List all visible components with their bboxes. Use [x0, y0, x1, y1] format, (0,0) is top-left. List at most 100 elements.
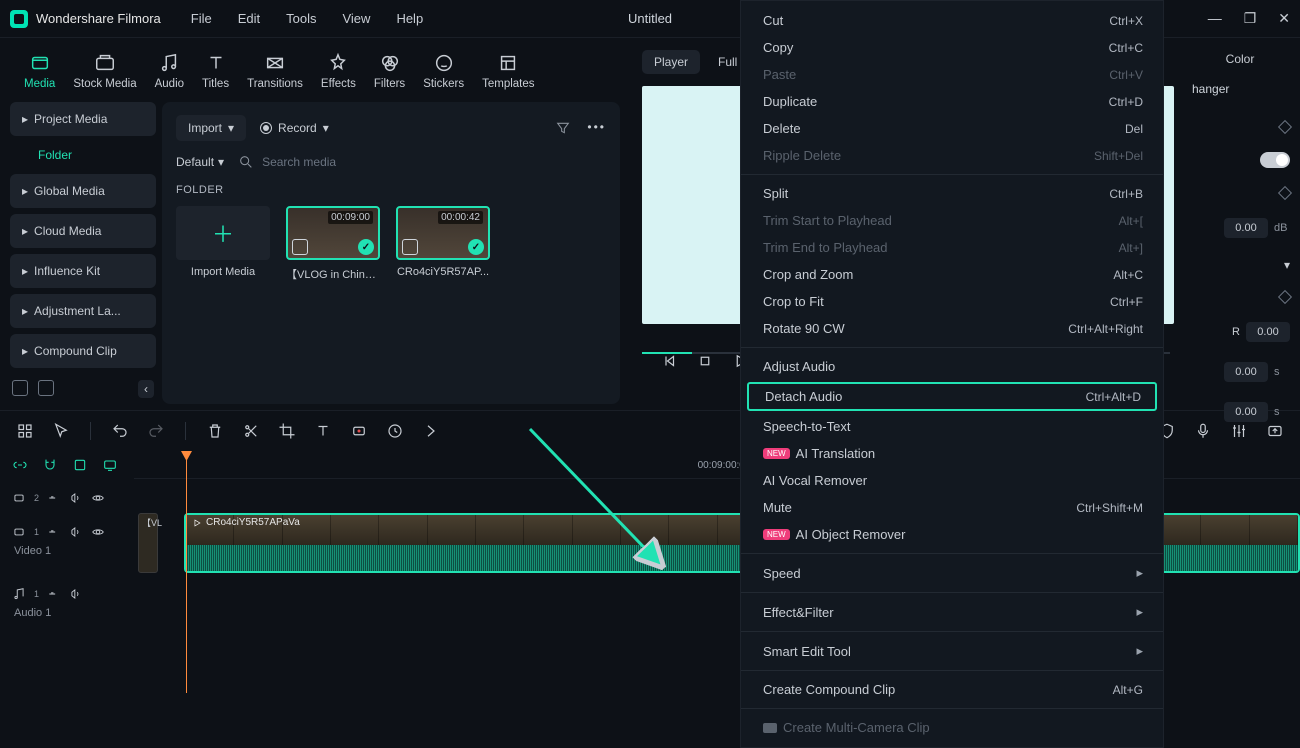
link-icon[interactable]	[12, 457, 28, 473]
import-media-tile[interactable]: ＋ Import Media	[176, 206, 270, 282]
ctx-adjust-audio[interactable]: Adjust Audio	[741, 353, 1163, 380]
used-check-icon	[468, 239, 484, 255]
menu-edit[interactable]: Edit	[238, 11, 260, 26]
record-button[interactable]: Record▾	[260, 121, 329, 135]
collapse-tree-icon[interactable]: ‹	[138, 380, 154, 398]
ctx-speed[interactable]: Speed▸	[741, 559, 1163, 587]
more-tools-icon[interactable]	[422, 422, 440, 440]
ctx-delete[interactable]: DeleteDel	[741, 115, 1163, 142]
ctx-ai-translation[interactable]: NEWAI Translation	[741, 440, 1163, 467]
media-clip-2[interactable]: 00:00:42 CRo4ciY5R57AP...	[396, 206, 490, 282]
value-2[interactable]: 0.00	[1246, 322, 1290, 342]
ctx-copy[interactable]: CopyCtrl+C	[741, 34, 1163, 61]
window-maximize-icon[interactable]: ❐	[1244, 10, 1257, 27]
keyframe-icon[interactable]	[1278, 186, 1292, 200]
main-menu: File Edit Tools View Help	[191, 11, 423, 26]
ctx-cut[interactable]: CutCtrl+X	[741, 7, 1163, 34]
tab-audio[interactable]: Audio	[155, 52, 184, 90]
tab-effects[interactable]: Effects	[321, 52, 356, 90]
text-icon[interactable]	[314, 422, 332, 440]
mic-icon[interactable]	[1194, 422, 1212, 440]
new-folder-icon[interactable]	[12, 380, 28, 396]
media-browser: Import▾ Record▾ ••• Default▾ Search medi…	[162, 102, 620, 404]
track-head-v2[interactable]: 2	[12, 481, 134, 515]
layout-icon[interactable]	[16, 422, 34, 440]
ctx-crop-and-zoom[interactable]: Crop and ZoomAlt+C	[741, 261, 1163, 288]
tab-filters[interactable]: Filters	[374, 52, 405, 90]
tree-folder[interactable]: Folder	[10, 142, 156, 168]
sort-default[interactable]: Default▾	[176, 155, 224, 169]
ctx-ai-object-remover[interactable]: NEWAI Object Remover	[741, 521, 1163, 548]
ctx-detach-audio[interactable]: Detach AudioCtrl+Alt+D	[747, 382, 1157, 411]
window-close-icon[interactable]: ✕	[1278, 10, 1290, 27]
undo-icon[interactable]	[111, 422, 129, 440]
record-tool-icon[interactable]	[350, 422, 368, 440]
value-3[interactable]: 0.00	[1224, 362, 1268, 382]
ctx-duplicate[interactable]: DuplicateCtrl+D	[741, 88, 1163, 115]
keyframe-icon[interactable]	[1278, 120, 1292, 134]
changer-label: hanger	[1186, 78, 1294, 100]
speed-icon[interactable]	[386, 422, 404, 440]
db-value[interactable]: 0.00	[1224, 218, 1268, 238]
search-input[interactable]: Search media	[238, 154, 606, 170]
pointer-icon[interactable]	[52, 422, 70, 440]
ctx-create-compound-clip[interactable]: Create Compound ClipAlt+G	[741, 676, 1163, 703]
tree-global-media[interactable]: ▸Global Media	[10, 174, 156, 208]
clip-type-icon	[402, 239, 418, 255]
tree-influence-kit[interactable]: ▸Influence Kit	[10, 254, 156, 288]
new-bin-icon[interactable]	[38, 380, 54, 396]
tv-icon[interactable]	[102, 457, 118, 473]
marker-icon[interactable]	[72, 457, 88, 473]
tree-cloud-media[interactable]: ▸Cloud Media	[10, 214, 156, 248]
ctx-speech-to-text[interactable]: Speech-to-Text	[741, 413, 1163, 440]
redo-icon[interactable]	[147, 422, 165, 440]
prev-frame-icon[interactable]	[660, 352, 678, 370]
ctx-paste: PasteCtrl+V	[741, 61, 1163, 88]
playhead[interactable]	[186, 451, 187, 693]
tab-stickers[interactable]: Stickers	[423, 52, 464, 90]
tree-compound-clip[interactable]: ▸Compound Clip	[10, 334, 156, 368]
export-icon[interactable]	[1266, 422, 1284, 440]
tab-templates[interactable]: Templates	[482, 52, 534, 90]
ctx-crop-to-fit[interactable]: Crop to FitCtrl+F	[741, 288, 1163, 315]
clip-small[interactable]: 【VL	[138, 513, 158, 573]
ctx-effect-filter[interactable]: Effect&Filter▸	[741, 598, 1163, 626]
track-head-a1[interactable]: 1	[12, 577, 134, 611]
crop-icon[interactable]	[278, 422, 296, 440]
menu-view[interactable]: View	[342, 11, 370, 26]
ctx-smart-edit-tool[interactable]: Smart Edit Tool▸	[741, 637, 1163, 665]
ctx-rotate-90-cw[interactable]: Rotate 90 CWCtrl+Alt+Right	[741, 315, 1163, 342]
import-button[interactable]: Import▾	[176, 115, 246, 141]
menu-tools[interactable]: Tools	[286, 11, 316, 26]
tab-media[interactable]: Media	[24, 52, 55, 90]
tab-player[interactable]: Player	[642, 50, 700, 74]
tab-stock-media[interactable]: Stock Media	[73, 52, 136, 90]
context-menu: CutCtrl+XCopyCtrl+CPasteCtrl+VDuplicateC…	[740, 0, 1164, 748]
toggle-switch[interactable]	[1260, 152, 1290, 168]
folder-heading: FOLDER	[176, 180, 606, 206]
window-minimize-icon[interactable]: —	[1208, 10, 1222, 27]
keyframe-icon[interactable]	[1278, 290, 1292, 304]
ctx-ai-vocal-remover[interactable]: AI Vocal Remover	[741, 467, 1163, 494]
delete-icon[interactable]	[206, 422, 224, 440]
media-clip-1[interactable]: 00:09:00 【VLOG in Chine...	[286, 206, 380, 282]
tab-color[interactable]: Color	[1216, 48, 1265, 70]
menu-file[interactable]: File	[191, 11, 212, 26]
more-icon[interactable]: •••	[587, 120, 606, 136]
filter-icon[interactable]	[555, 120, 571, 136]
media-panel: Media Stock Media Audio Titles Transitio…	[0, 38, 630, 410]
tab-transitions[interactable]: Transitions	[247, 52, 303, 90]
split-icon[interactable]	[242, 422, 260, 440]
track-head-v1[interactable]: 1	[12, 515, 134, 549]
tree-project-media[interactable]: ▸Project Media	[10, 102, 156, 136]
ctx-trim-start-to-playhead: Trim Start to PlayheadAlt+[	[741, 207, 1163, 234]
audio-1-label: Audio 1	[12, 607, 134, 619]
ctx-mute[interactable]: MuteCtrl+Shift+M	[741, 494, 1163, 521]
magnet-icon[interactable]	[42, 457, 58, 473]
tree-adjustment-layer[interactable]: ▸Adjustment La...	[10, 294, 156, 328]
mixer-icon[interactable]	[1230, 422, 1248, 440]
menu-help[interactable]: Help	[396, 11, 423, 26]
stop-icon[interactable]	[696, 352, 714, 370]
tab-titles[interactable]: Titles	[202, 52, 229, 90]
ctx-split[interactable]: SplitCtrl+B	[741, 180, 1163, 207]
